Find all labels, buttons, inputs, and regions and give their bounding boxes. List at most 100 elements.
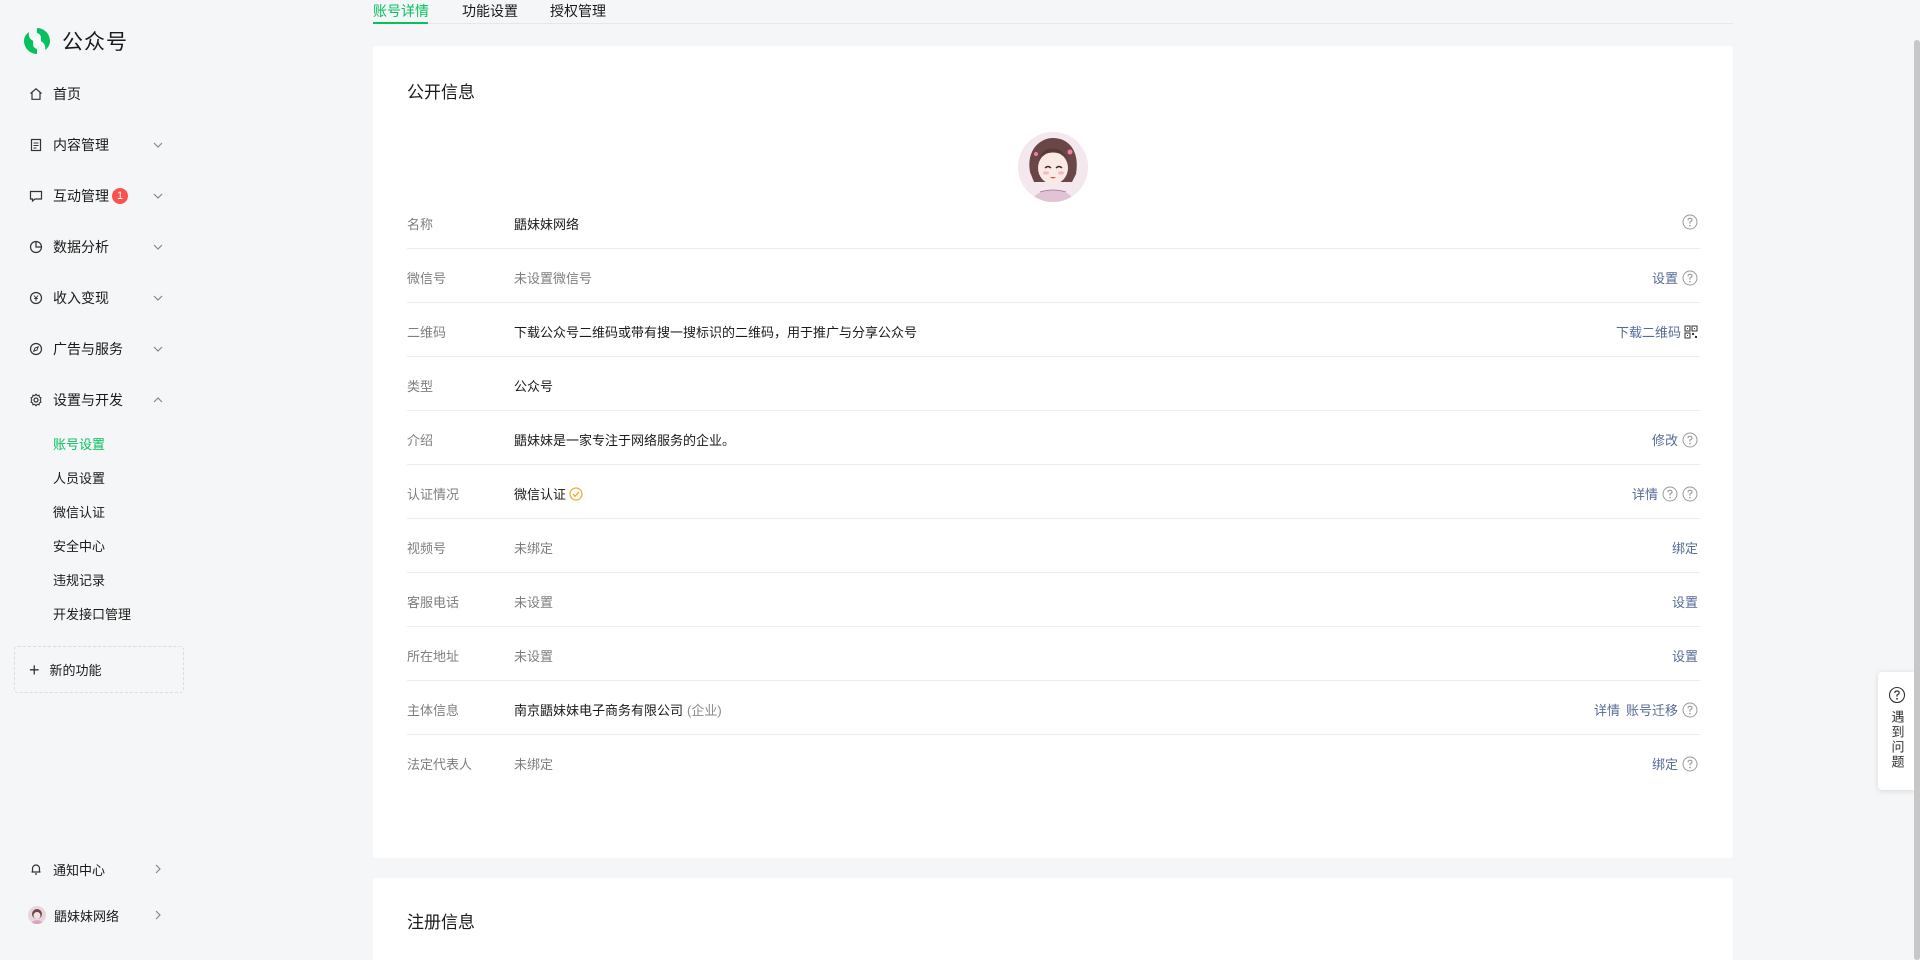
- info-row-legal-rep: 法定代表人 未绑定 绑定: [407, 735, 1700, 789]
- nav-item-ads-services[interactable]: 广告与服务: [16, 331, 176, 367]
- nav-label: 设置与开发: [53, 392, 123, 408]
- brand-logo[interactable]: 公众号: [22, 26, 128, 56]
- account-avatar[interactable]: [1018, 132, 1088, 202]
- row-actions: 详情 账号迁移: [1594, 700, 1698, 719]
- info-row-entity: 主体信息 南京鼯妹妹电子商务有限公司 (企业) 详情 账号迁移: [407, 681, 1700, 735]
- sub-item-account-settings[interactable]: 账号设置: [53, 434, 105, 456]
- tab-indicator: [373, 22, 428, 24]
- row-value-wrap: 南京鼯妹妹电子商务有限公司 (企业): [514, 700, 722, 719]
- nav-item-content[interactable]: 内容管理: [16, 127, 176, 163]
- tab-authorization[interactable]: 授权管理: [550, 1, 606, 21]
- help-icon[interactable]: [1662, 486, 1678, 502]
- set-wechat-id-link[interactable]: 设置: [1652, 268, 1678, 287]
- bind-channels-link[interactable]: 绑定: [1672, 538, 1698, 557]
- chevron-down-icon: [153, 142, 163, 148]
- verification-details-link[interactable]: 详情: [1632, 484, 1658, 503]
- notification-badge: 1: [112, 188, 128, 204]
- row-value: 未设置: [514, 595, 554, 610]
- sub-item-violation-records[interactable]: 违规记录: [53, 570, 105, 592]
- chevron-right-icon: [155, 910, 161, 920]
- account-menu[interactable]: 鼯妹妹网络: [16, 899, 176, 931]
- row-actions: 设置: [1672, 646, 1698, 665]
- pie-chart-icon: [28, 239, 44, 255]
- nav-item-data-analysis[interactable]: 数据分析: [16, 229, 176, 265]
- row-actions: 修改: [1652, 430, 1698, 449]
- info-row-wechat-id: 微信号 未设置微信号 设置: [407, 249, 1700, 303]
- row-label: 视频号: [407, 541, 447, 556]
- chat-icon: [28, 188, 44, 204]
- sub-item-wechat-verify[interactable]: 微信认证: [53, 502, 105, 524]
- compass-icon: [28, 341, 44, 357]
- help-float-button[interactable]: 遇到问题: [1878, 672, 1916, 790]
- help-icon[interactable]: [1682, 270, 1698, 286]
- nav-item-settings-dev[interactable]: 设置与开发: [16, 382, 176, 418]
- nav-item-interaction[interactable]: 互动管理 1: [16, 178, 176, 214]
- sub-item-security-center[interactable]: 安全中心: [53, 536, 105, 558]
- help-icon[interactable]: [1682, 486, 1698, 502]
- account-migration-link[interactable]: 账号迁移: [1626, 700, 1678, 719]
- sub-item-staff-settings[interactable]: 人员设置: [53, 468, 105, 490]
- entity-name: 南京鼯妹妹电子商务有限公司: [514, 703, 684, 718]
- download-qrcode-link[interactable]: 下载二维码: [1616, 322, 1681, 341]
- row-label: 客服电话: [407, 595, 460, 610]
- new-function-label: 新的功能: [49, 663, 102, 678]
- nav-label: 广告与服务: [53, 341, 123, 357]
- help-icon[interactable]: [1682, 432, 1698, 448]
- help-icon[interactable]: [1682, 756, 1698, 772]
- sub-item-dev-api[interactable]: 开发接口管理: [53, 604, 131, 626]
- bell-icon: [28, 861, 44, 877]
- scrollbar-thumb[interactable]: [1914, 40, 1920, 960]
- row-value: 鼯妹妹是一家专注于网络服务的企业。: [514, 433, 736, 448]
- card-title: 公开信息: [407, 83, 475, 102]
- row-label: 介绍: [407, 433, 434, 448]
- nav-item-home[interactable]: 首页: [16, 76, 176, 112]
- notification-center[interactable]: 通知中心: [16, 853, 176, 885]
- help-icon: [1888, 686, 1906, 704]
- row-value: 未绑定: [514, 757, 554, 772]
- nav-label: 互动管理: [53, 188, 109, 204]
- row-label: 微信号: [407, 271, 447, 286]
- set-address-link[interactable]: 设置: [1672, 646, 1698, 665]
- row-label: 二维码: [407, 325, 447, 340]
- tab-account-details[interactable]: 账号详情: [373, 1, 429, 21]
- nav-item-revenue[interactable]: 收入变现: [16, 280, 176, 316]
- bind-legal-rep-link[interactable]: 绑定: [1652, 754, 1678, 773]
- scrollbar[interactable]: [1914, 0, 1920, 960]
- row-value: 未绑定: [514, 541, 554, 556]
- set-phone-link[interactable]: 设置: [1672, 592, 1698, 611]
- chevron-down-icon: [153, 244, 163, 250]
- nav-label: 数据分析: [53, 239, 109, 255]
- new-function-button[interactable]: + 新的功能: [14, 646, 184, 693]
- tab-bar: 账号详情 功能设置 授权管理: [373, 0, 1733, 24]
- row-actions: 绑定: [1652, 754, 1698, 773]
- row-actions: 详情: [1632, 484, 1698, 503]
- row-actions: 绑定: [1672, 538, 1698, 557]
- document-icon: [28, 137, 44, 153]
- account-name: 鼯妹妹网络: [54, 908, 120, 924]
- row-value: 下载公众号二维码或带有搜一搜标识的二维码，用于推广与分享公众号: [514, 325, 918, 340]
- yen-icon: [28, 290, 44, 306]
- chevron-right-icon: [155, 864, 161, 874]
- qrcode-icon[interactable]: [1684, 325, 1698, 339]
- entity-details-link[interactable]: 详情: [1594, 700, 1620, 719]
- nav-label: 收入变现: [53, 290, 109, 306]
- row-label: 法定代表人: [407, 757, 473, 772]
- help-icon[interactable]: [1682, 214, 1698, 230]
- registration-info-card: 注册信息: [373, 878, 1733, 960]
- avatar: [28, 906, 46, 924]
- row-actions: [1678, 214, 1698, 230]
- edit-intro-link[interactable]: 修改: [1652, 430, 1678, 449]
- brand-name: 公众号: [62, 31, 128, 54]
- chevron-up-icon: [153, 397, 163, 403]
- public-info-card: 公开信息 名称 鼯妹妹网络 微信号 未设置微信号 设置 二维码 下载公众号二维码…: [373, 46, 1733, 858]
- gear-icon: [28, 392, 44, 408]
- tab-function-settings[interactable]: 功能设置: [462, 1, 518, 21]
- info-row-name: 名称 鼯妹妹网络: [407, 195, 1700, 249]
- row-label: 类型: [407, 379, 434, 394]
- row-label: 名称: [407, 217, 434, 232]
- row-value: 公众号: [514, 379, 554, 394]
- help-icon[interactable]: [1682, 702, 1698, 718]
- row-value-wrap: 微信认证: [514, 484, 583, 503]
- row-value: 鼯妹妹网络: [514, 217, 580, 232]
- plus-icon: +: [29, 659, 40, 680]
